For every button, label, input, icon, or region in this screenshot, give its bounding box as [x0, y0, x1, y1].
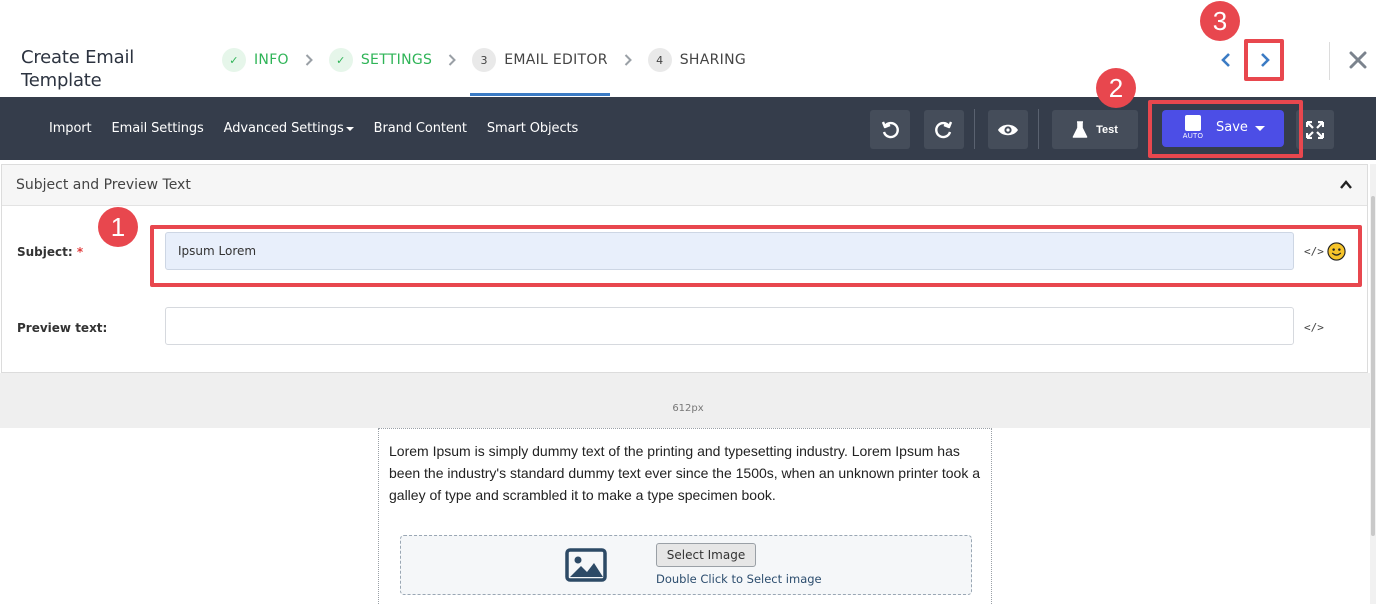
chevron-up-icon[interactable] — [1339, 178, 1353, 192]
header-divider — [1329, 42, 1330, 80]
active-step-underline — [470, 93, 610, 96]
chevron-right-icon — [624, 47, 632, 73]
canvas-ruler-band — [0, 373, 1376, 428]
canvas-width-label: 612px — [672, 403, 704, 414]
chevron-right-icon — [448, 47, 457, 73]
code-icon[interactable]: </> — [1304, 320, 1324, 334]
annotation-highlight-save — [1148, 100, 1303, 158]
annotation-badge-3: 3 — [1200, 1, 1240, 41]
email-template-editor: Create Email Template ✓ INFO ✓ SETTINGS … — [0, 0, 1376, 604]
email-text-block[interactable]: Lorem Ipsum is simply dummy text of the … — [389, 440, 985, 506]
subject-label: Subject: * — [17, 245, 83, 259]
test-label: Test — [1096, 123, 1118, 136]
test-button[interactable]: Test — [1052, 110, 1138, 149]
redo-button[interactable] — [924, 110, 964, 149]
expand-icon — [1306, 120, 1324, 139]
chevron-right-icon — [305, 47, 313, 73]
step-label: SHARING — [679, 52, 747, 68]
step-label: INFO — [254, 52, 289, 68]
preview-text-input[interactable] — [165, 307, 1294, 345]
check-icon: ✓ — [222, 48, 246, 72]
step-sharing[interactable]: 4 SHARING — [647, 47, 747, 73]
page-title: Create Email Template — [21, 47, 135, 91]
annotation-highlight-subject — [150, 225, 1362, 287]
step-number-badge: 3 — [472, 48, 497, 72]
menu-import[interactable]: Import — [49, 121, 92, 136]
image-dropzone[interactable]: Select Image Double Click to Select imag… — [400, 535, 972, 595]
toolbar-menu: Import Email Settings Advanced Settings … — [49, 97, 578, 160]
caret-down-icon — [345, 126, 354, 131]
preview-text-label: Preview text: — [17, 321, 108, 335]
double-click-hint: Double Click to Select image — [656, 572, 822, 586]
step-email-editor[interactable]: 3 EMAIL EDITOR — [470, 47, 610, 96]
step-settings[interactable]: ✓ SETTINGS — [328, 47, 433, 73]
subject-label-text: Subject: — [17, 245, 73, 259]
redo-icon — [935, 121, 953, 138]
previous-step-button[interactable] — [1214, 48, 1238, 72]
select-image-button[interactable]: Select Image — [656, 543, 756, 567]
menu-brand-content[interactable]: Brand Content — [374, 121, 467, 136]
step-label: EMAIL EDITOR — [504, 52, 608, 68]
check-icon: ✓ — [328, 48, 353, 72]
chevron-left-icon — [1221, 53, 1230, 67]
close-icon — [1349, 51, 1367, 69]
undo-icon — [881, 121, 899, 138]
preview-button[interactable] — [988, 110, 1028, 149]
email-body[interactable]: Lorem Ipsum is simply dummy text of the … — [378, 428, 992, 604]
panel-header[interactable]: Subject and Preview Text — [2, 165, 1367, 206]
menu-advanced-settings[interactable]: Advanced Settings — [224, 121, 354, 136]
wizard-header: Create Email Template ✓ INFO ✓ SETTINGS … — [0, 0, 1376, 97]
menu-smart-objects[interactable]: Smart Objects — [487, 121, 578, 136]
panel-title: Subject and Preview Text — [16, 177, 191, 193]
undo-button[interactable] — [870, 110, 910, 149]
toolbar-divider — [974, 109, 975, 149]
toolbar-divider — [1038, 109, 1039, 149]
step-info[interactable]: ✓ INFO — [222, 47, 289, 73]
image-icon — [565, 548, 607, 582]
menu-email-settings[interactable]: Email Settings — [112, 121, 204, 136]
step-number-badge: 4 — [647, 48, 672, 72]
close-button[interactable] — [1346, 48, 1370, 72]
scrollbar-thumb[interactable] — [1371, 196, 1375, 536]
flask-icon — [1072, 120, 1088, 138]
annotation-badge-1: 1 — [98, 207, 138, 247]
annotation-highlight-next — [1244, 39, 1284, 81]
wizard-steps: ✓ INFO ✓ SETTINGS 3 EMAIL EDITOR 4 SHARI… — [222, 47, 746, 97]
required-mark: * — [76, 245, 84, 259]
step-label: SETTINGS — [360, 52, 433, 68]
annotation-badge-2: 2 — [1096, 68, 1136, 108]
eye-icon — [998, 124, 1018, 135]
menu-advanced-settings-label: Advanced Settings — [223, 121, 344, 136]
